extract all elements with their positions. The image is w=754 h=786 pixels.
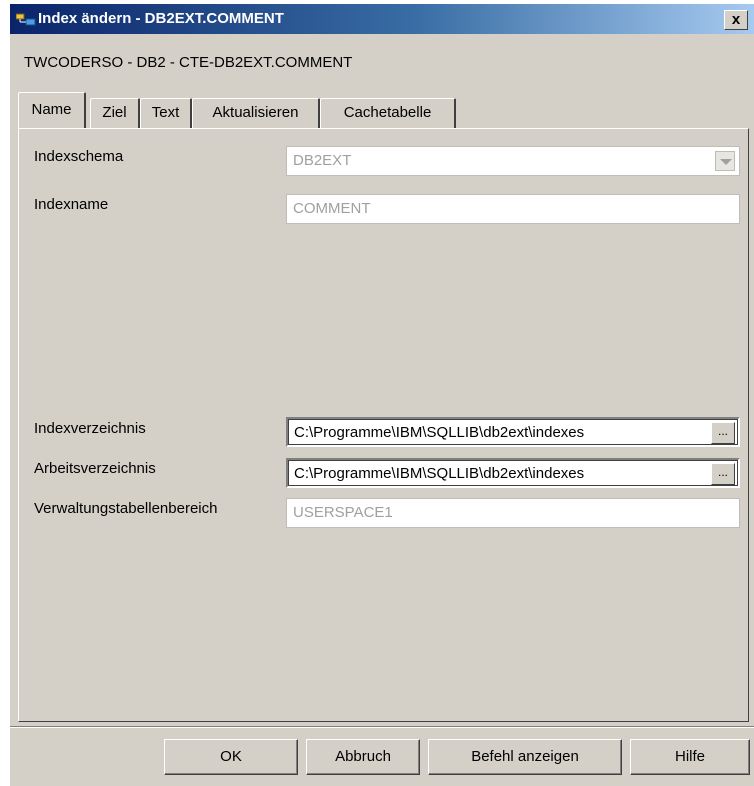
- chevron-down-icon: [715, 151, 735, 171]
- object-path: TWCODERSO - DB2 - CTE-DB2EXT.COMMENT: [24, 54, 353, 71]
- index-name-value: COMMENT: [293, 200, 371, 217]
- cancel-button[interactable]: Abbruch: [306, 739, 420, 775]
- index-schema-dropdown: DB2EXT: [286, 146, 740, 176]
- index-schema-value: DB2EXT: [293, 152, 352, 169]
- index-name-field: COMMENT: [286, 194, 740, 224]
- window-title: Index ändern - DB2EXT.COMMENT: [38, 10, 284, 27]
- work-directory-browse-button[interactable]: ...: [711, 463, 735, 485]
- work-directory-field[interactable]: C:\Programme\IBM\SQLLIB\db2ext\indexes .…: [286, 458, 740, 488]
- admin-tablespace-label: Verwaltungstabellenbereich: [34, 500, 218, 517]
- tab-ziel[interactable]: Ziel: [90, 98, 140, 128]
- index-app-icon: [16, 13, 36, 26]
- tab-cachetabelle[interactable]: Cachetabelle: [320, 98, 456, 128]
- tab-text[interactable]: Text: [140, 98, 192, 128]
- ok-button[interactable]: OK: [164, 739, 298, 775]
- help-button[interactable]: Hilfe: [630, 739, 750, 775]
- dialog-window: Index ändern - DB2EXT.COMMENT x TWCODERS…: [10, 4, 754, 786]
- index-name-label: Indexname: [34, 196, 109, 213]
- index-directory-label: Indexverzeichnis: [34, 420, 146, 437]
- admin-tablespace-value: USERSPACE1: [293, 504, 393, 521]
- footer-separator-highlight: [10, 727, 754, 728]
- close-button[interactable]: x: [724, 10, 748, 30]
- work-directory-label: Arbeitsverzeichnis: [34, 460, 156, 477]
- index-directory-value: C:\Programme\IBM\SQLLIB\db2ext\indexes: [294, 424, 585, 441]
- index-directory-browse-button[interactable]: ...: [711, 422, 735, 444]
- tab-aktualisieren[interactable]: Aktualisieren: [192, 98, 320, 128]
- work-directory-value: C:\Programme\IBM\SQLLIB\db2ext\indexes: [294, 465, 585, 482]
- tab-name[interactable]: Name: [18, 92, 86, 128]
- show-command-button[interactable]: Befehl anzeigen: [428, 739, 622, 775]
- tab-strip: Name Ziel Text Aktualisieren Cachetabell…: [10, 90, 754, 130]
- admin-tablespace-field: USERSPACE1: [286, 498, 740, 528]
- title-bar[interactable]: Index ändern - DB2EXT.COMMENT x: [10, 4, 754, 34]
- index-directory-field[interactable]: C:\Programme\IBM\SQLLIB\db2ext\indexes .…: [286, 417, 740, 447]
- index-schema-label: Indexschema: [34, 148, 124, 165]
